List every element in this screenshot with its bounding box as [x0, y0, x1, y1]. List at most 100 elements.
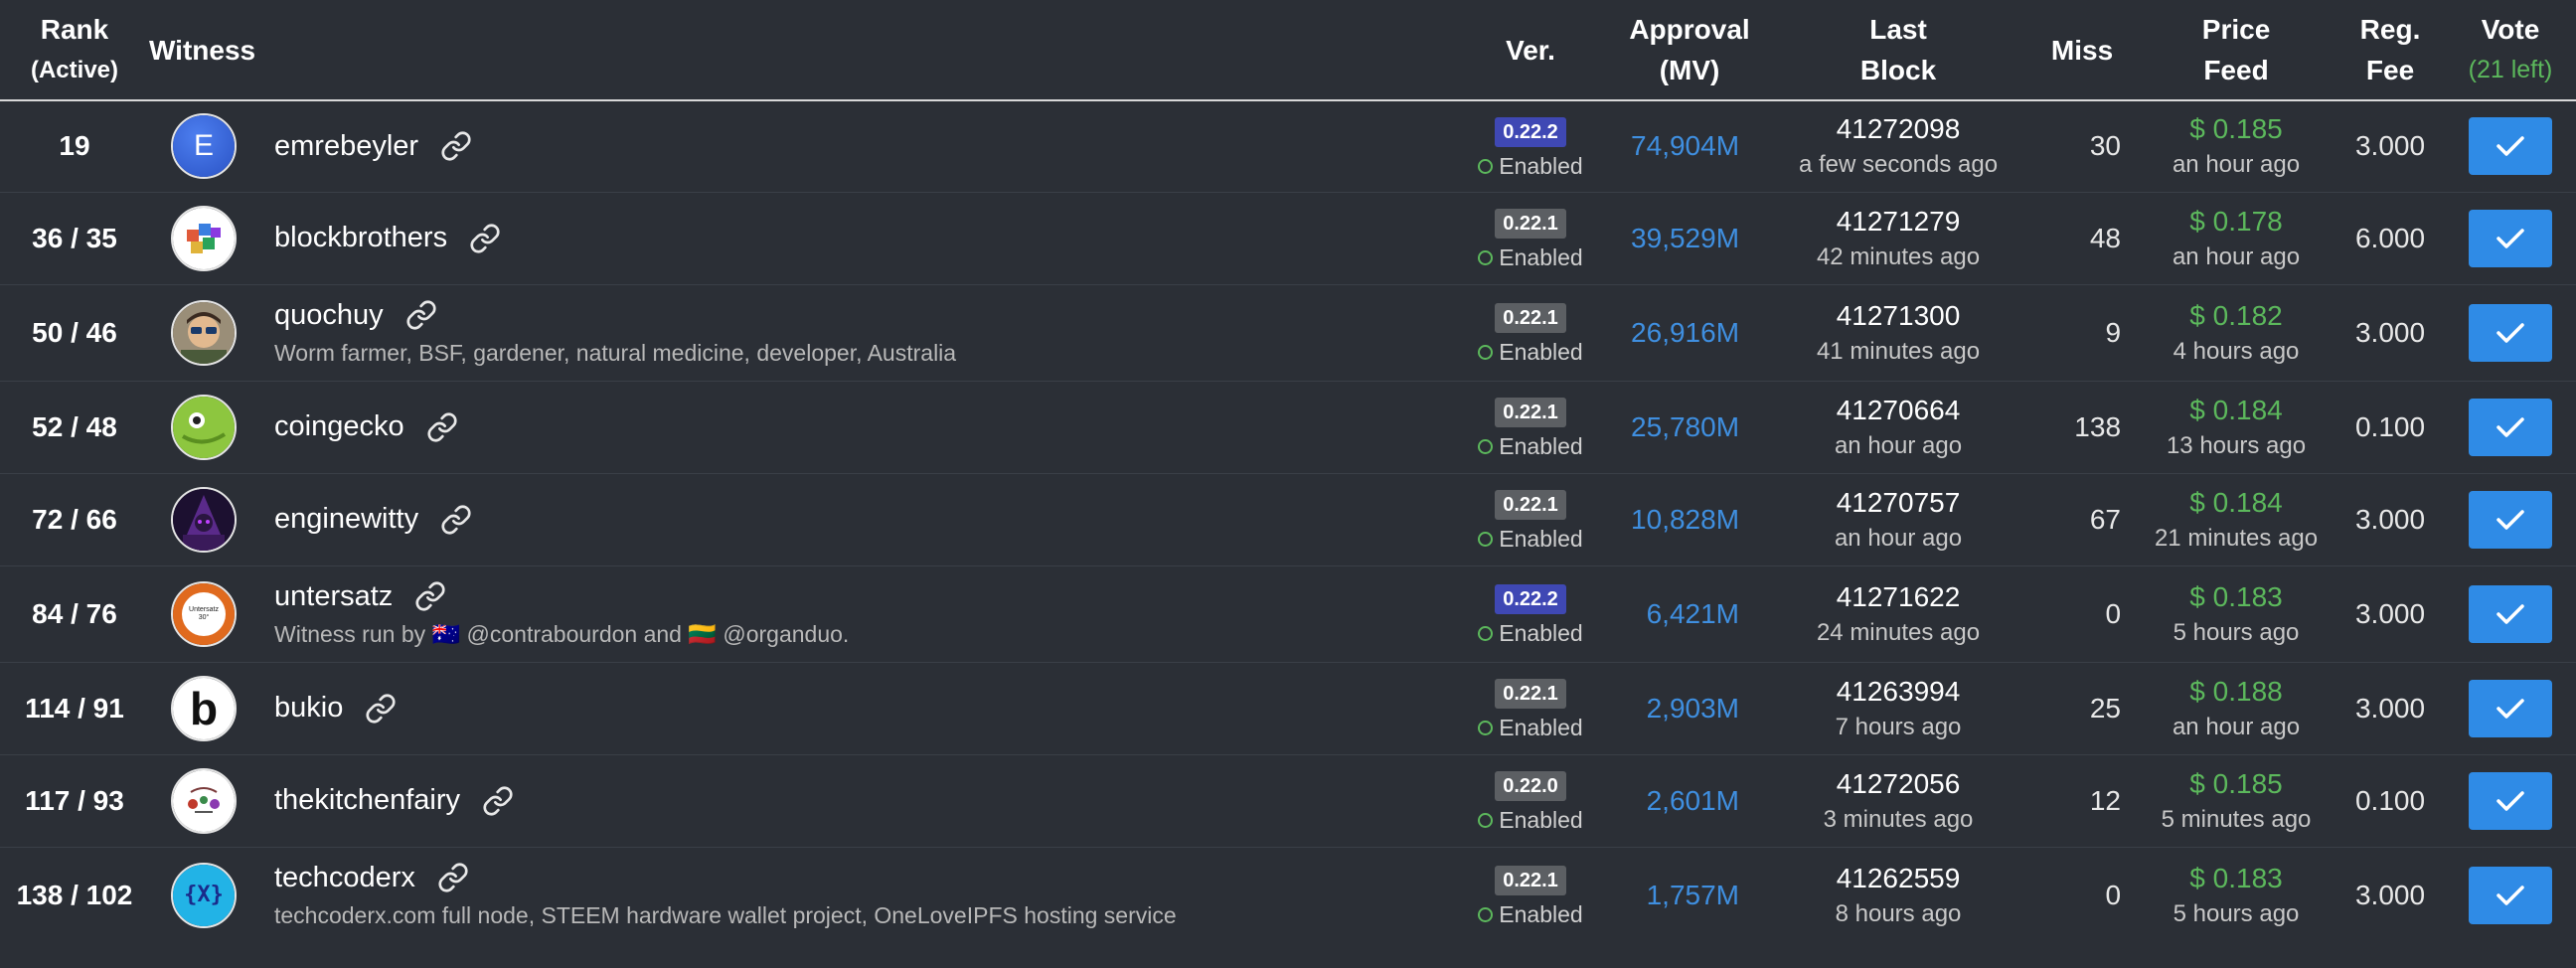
version-header[interactable]: Ver. [1451, 0, 1611, 101]
avatar-cell: Untersatz 30° [149, 565, 258, 662]
witness-name[interactable]: techcoderx [274, 862, 415, 894]
table-row: 52 / 48 coingecko 0.22.1 Enabled 25,780M… [0, 381, 2576, 473]
table-row: 114 / 91 b bukio 0.22.1 Enabled 2,903M 4… [0, 662, 2576, 754]
link-icon[interactable] [414, 580, 446, 612]
price-time: 5 minutes ago [2161, 805, 2312, 833]
link-icon[interactable] [440, 504, 472, 536]
avatar[interactable] [171, 767, 237, 834]
witness-cell: emrebeyler [258, 100, 1451, 192]
price-value: $ 0.178 [2189, 205, 2283, 237]
link-icon[interactable] [405, 299, 437, 331]
vote-button[interactable] [2469, 679, 2553, 737]
avatar[interactable]: b [171, 675, 237, 741]
status: Enabled [1451, 526, 1610, 553]
price-time: 4 hours ago [2173, 337, 2300, 365]
version-cell: 0.22.1 Enabled [1451, 847, 1610, 943]
witness-cell: untersatz Witness run by 🇦🇺 @contrabourd… [258, 565, 1451, 662]
enabled-dot-icon [1478, 345, 1494, 360]
witness-name[interactable]: enginewitty [274, 503, 418, 536]
reg-fee-header[interactable]: Reg. Fee [2335, 0, 2446, 101]
last-block-cell: 41270664 an hour ago [1769, 381, 2027, 473]
witness-cell: quochuy Worm farmer, BSF, gardener, natu… [258, 284, 1451, 381]
last-block-header[interactable]: Last Block [1769, 0, 2028, 101]
version-cell: 0.22.1 Enabled [1451, 284, 1610, 381]
witness-name[interactable]: thekitchenfairy [274, 784, 460, 817]
avatar[interactable] [171, 205, 237, 271]
block-number[interactable]: 41272056 [1769, 768, 2027, 800]
link-icon[interactable] [469, 223, 501, 254]
reg-fee-cell: 3.000 [2335, 565, 2445, 662]
vote-button[interactable] [2469, 490, 2553, 549]
vote-button[interactable] [2469, 398, 2553, 456]
witness-name[interactable]: bukio [274, 692, 343, 725]
check-icon [2496, 136, 2524, 156]
witness-name[interactable]: untersatz [274, 580, 393, 613]
witness-name[interactable]: quochuy [274, 299, 384, 332]
avatar[interactable] [171, 394, 237, 460]
avatar[interactable]: {X} [171, 862, 237, 928]
approval-cell: 26,916M [1610, 284, 1769, 381]
block-number[interactable]: 41271300 [1769, 300, 2027, 332]
block-number[interactable]: 41270664 [1769, 395, 2027, 426]
vote-cell [2445, 100, 2576, 192]
kitchen-fairy-logo-icon [173, 769, 235, 832]
link-icon[interactable] [440, 130, 472, 162]
rank-header[interactable]: Rank (Active) [0, 0, 149, 101]
approval-header[interactable]: Approval (MV) [1610, 0, 1770, 101]
vote-button[interactable] [2469, 771, 2553, 830]
rank-value: 84 / 76 [32, 597, 117, 629]
version-cell: 0.22.2 Enabled [1451, 100, 1610, 192]
vote-button[interactable] [2469, 866, 2553, 924]
miss-value: 48 [2089, 222, 2122, 253]
version-cell: 0.22.1 Enabled [1451, 473, 1610, 565]
witness-header[interactable]: Witness [149, 0, 1452, 101]
block-number[interactable]: 41263994 [1769, 676, 2027, 708]
block-number[interactable]: 41271622 [1769, 581, 2027, 613]
avatar-cell: b [149, 662, 258, 754]
version-badge: 0.22.2 [1495, 584, 1566, 614]
vote-button[interactable] [2469, 209, 2553, 267]
rank-cell: 114 / 91 [0, 662, 149, 754]
link-icon[interactable] [482, 785, 514, 817]
rank-value: 19 [59, 130, 90, 162]
block-number[interactable]: 41271279 [1769, 206, 2027, 238]
link-icon[interactable] [437, 862, 469, 893]
last-block-cell: 41270757 an hour ago [1769, 473, 2027, 565]
blocks-logo-icon [173, 207, 235, 269]
miss-value: 9 [2105, 316, 2122, 348]
approval-cell: 39,529M [1610, 192, 1769, 284]
block-number[interactable]: 41262559 [1769, 863, 2027, 894]
witness-name[interactable]: emrebeyler [274, 130, 418, 163]
approval-value: 1,757M [1646, 879, 1740, 910]
price-feed-header[interactable]: Price Feed [2137, 0, 2336, 101]
link-icon[interactable] [426, 411, 458, 443]
vote-button[interactable] [2469, 303, 2553, 362]
vote-button[interactable] [2469, 117, 2553, 176]
witness-name[interactable]: blockbrothers [274, 222, 447, 254]
block-number[interactable]: 41270757 [1769, 487, 2027, 519]
price-time: an hour ago [2172, 713, 2301, 740]
avatar[interactable]: Untersatz 30° [171, 580, 237, 647]
avatar[interactable]: E [171, 113, 237, 180]
avatar[interactable] [171, 299, 237, 366]
vote-button[interactable] [2469, 584, 2553, 643]
price-value: $ 0.182 [2189, 299, 2283, 331]
price-value: $ 0.188 [2189, 675, 2283, 707]
table-row: 138 / 102 {X} techcoderx techcoderx.com … [0, 847, 2576, 943]
untersatz-logo-icon: Untersatz 30° [182, 591, 226, 636]
avatar-cell: E [149, 100, 258, 192]
avatar-cell [149, 754, 258, 847]
witness-cell: techcoderx techcoderx.com full node, STE… [258, 847, 1451, 943]
table-header: Rank (Active) Witness Ver. Approval (MV) L… [0, 0, 2576, 101]
version-cell: 0.22.1 Enabled [1451, 662, 1610, 754]
link-icon[interactable] [365, 693, 397, 725]
block-number[interactable]: 41272098 [1769, 113, 2027, 145]
avatar-cell [149, 284, 258, 381]
enabled-dot-icon [1478, 721, 1494, 735]
witness-name[interactable]: coingecko [274, 410, 404, 443]
avatar[interactable] [171, 486, 237, 553]
approval-value: 2,601M [1646, 784, 1740, 816]
last-block-cell: 41272056 3 minutes ago [1769, 754, 2027, 847]
price-feed-cell: $ 0.183 5 hours ago [2137, 847, 2335, 943]
miss-header[interactable]: Miss [2027, 0, 2138, 101]
